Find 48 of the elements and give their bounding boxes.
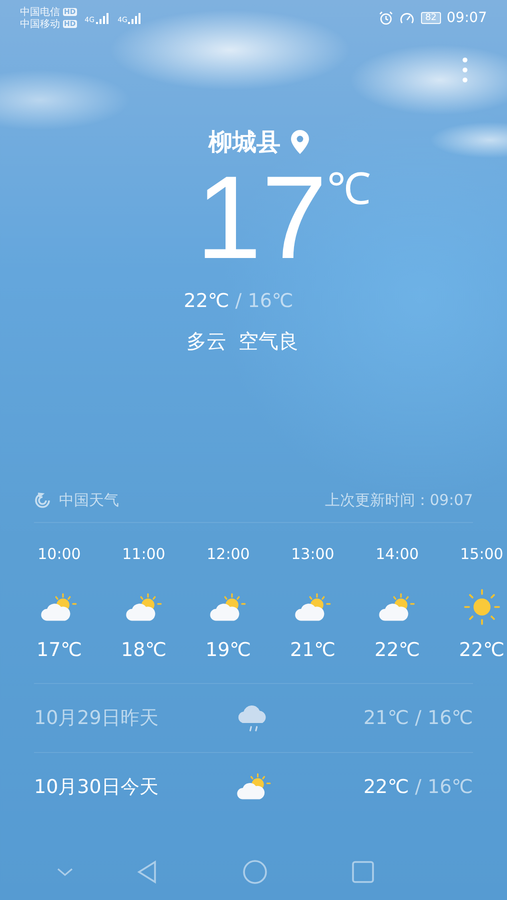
alarm-icon <box>379 11 394 25</box>
hour-temperature: 21℃ <box>290 639 336 661</box>
carrier-name: 中国移动 <box>20 18 60 30</box>
hour-temperature: 22℃ <box>374 639 420 661</box>
more-menu-button[interactable] <box>461 56 469 84</box>
back-icon <box>136 860 158 884</box>
temperature-unit: ℃ <box>327 164 372 216</box>
day-temperature-range: 22℃ / 16℃ <box>363 776 473 798</box>
temperature-range: 22℃ / 16℃ <box>184 290 294 312</box>
square-icon <box>351 860 375 884</box>
current-temperature: 17 <box>196 162 328 274</box>
hour-time: 13:00 <box>291 545 334 563</box>
day-date: 10月29日昨天 <box>34 706 160 731</box>
sun-icon <box>464 589 500 625</box>
weather-condition: 多云 <box>186 328 226 355</box>
carrier-name: 中国电信 <box>20 6 60 18</box>
sun-behind-cloud-icon <box>379 592 416 622</box>
source-name: 中国天气 <box>59 491 119 510</box>
home-button[interactable] <box>240 857 270 887</box>
home-icon <box>242 859 268 885</box>
chevron-down-icon <box>55 866 75 878</box>
sun-behind-cloud-icon <box>236 773 270 801</box>
hour-temperature: 17℃ <box>36 639 82 661</box>
hour-time: 11:00 <box>122 545 166 563</box>
hour-temperature: 18℃ <box>120 639 166 661</box>
sun-behind-cloud-icon <box>294 592 331 622</box>
day-date: 10月30日今天 <box>34 775 160 800</box>
hour-temperature: 19℃ <box>205 639 251 661</box>
hour-time: 14:00 <box>376 545 419 563</box>
sun-behind-cloud-icon <box>210 592 246 622</box>
speedometer-icon <box>399 11 416 25</box>
sun-behind-cloud-icon <box>41 592 78 622</box>
location-pin-icon[interactable] <box>290 130 308 154</box>
air-quality: 空气良 <box>238 328 298 355</box>
clock-time: 09:07 <box>446 10 487 26</box>
swirl-logo-icon <box>34 492 51 509</box>
signal-icon <box>96 12 110 24</box>
signal-icon <box>128 12 142 24</box>
city-name: 柳城县 <box>208 127 280 158</box>
hour-time: 12:00 <box>206 545 250 563</box>
last-updated-time: 上次更新时间：09:07 <box>324 491 473 510</box>
hour-time: 10:00 <box>38 545 81 563</box>
more-vertical-icon <box>462 57 468 83</box>
battery-level: 82 <box>421 12 441 24</box>
sun-behind-cloud-icon <box>126 592 162 622</box>
day-temperature-range: 21℃ / 16℃ <box>363 707 473 729</box>
hour-time: 15:00 <box>460 545 504 563</box>
hour-temperature: 22℃ <box>458 639 504 661</box>
